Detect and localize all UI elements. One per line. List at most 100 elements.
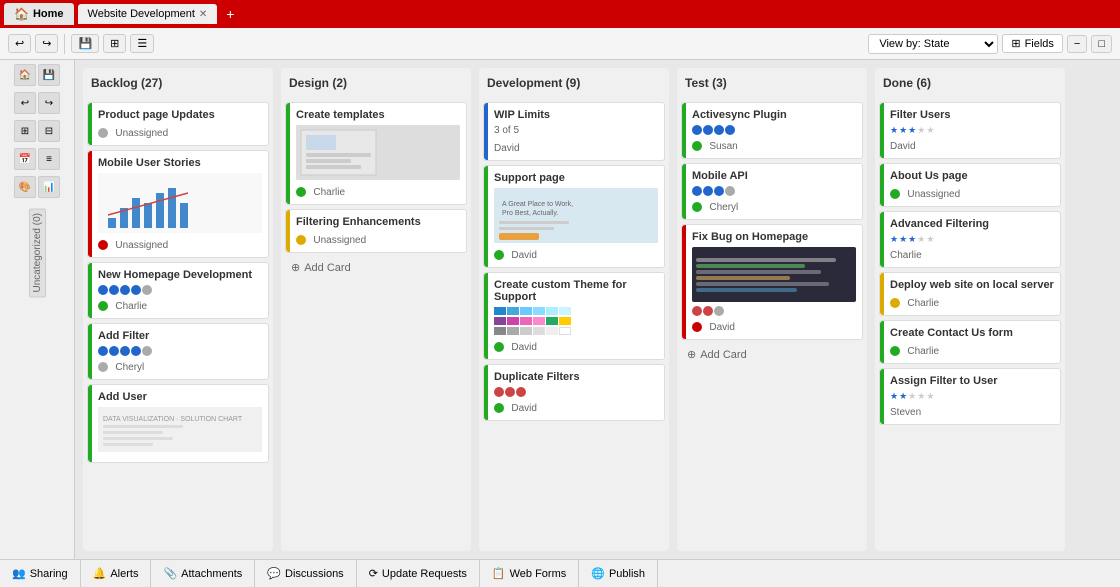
- svg-text:DATA VISUALIZATION · SOLUTION: DATA VISUALIZATION · SOLUTION CHART: [103, 416, 243, 423]
- tab-sharing[interactable]: 👥 Sharing: [0, 560, 81, 587]
- website-tab[interactable]: Website Development ✕: [78, 4, 218, 24]
- grid-view-button[interactable]: ⊞: [103, 34, 126, 53]
- card-title: Filtering Enhancements: [296, 216, 460, 228]
- avatars: [98, 346, 262, 356]
- card-deploy-website[interactable]: Deploy web site on local server Charlie: [879, 272, 1061, 316]
- wip-text: 3 of 5: [494, 125, 658, 136]
- home-tab[interactable]: 🏠 Home: [4, 3, 74, 25]
- code-snippet: [692, 247, 856, 302]
- fields-icon: ⊞: [1011, 37, 1020, 50]
- card-assignee: Susan: [709, 141, 737, 152]
- tab-discussions[interactable]: 💬 Discussions: [255, 560, 356, 587]
- add-card-test[interactable]: ⊕ Add Card: [681, 344, 863, 365]
- card-activesync[interactable]: Activesync Plugin Susan: [681, 102, 863, 159]
- tab-alerts[interactable]: 🔔 Alerts: [81, 560, 152, 587]
- list-view-button[interactable]: ☰: [130, 34, 154, 53]
- column-body-design: Create templates: [281, 98, 471, 551]
- discussions-icon: 💬: [267, 567, 281, 580]
- card-title: New Homepage Development: [98, 269, 262, 281]
- card-title: Product page Updates: [98, 109, 262, 121]
- card-filter-users[interactable]: Filter Users ★★★★★ David: [879, 102, 1061, 159]
- card-create-templates[interactable]: Create templates: [285, 102, 467, 205]
- status-dot: [98, 240, 108, 250]
- card-support-page[interactable]: Support page A Great Place to Work, Pro …: [483, 165, 665, 268]
- sidebar-icon-list[interactable]: ≡: [38, 148, 60, 170]
- collapse-button[interactable]: −: [1067, 35, 1087, 53]
- new-tab-button[interactable]: +: [221, 5, 239, 23]
- card-title: Create custom Theme for Support: [494, 279, 658, 303]
- card-mobile-api[interactable]: Mobile API Cheryl: [681, 163, 863, 220]
- sharing-label: Sharing: [30, 568, 68, 580]
- column-body-test: Activesync Plugin Susan: [677, 98, 867, 551]
- uncategorized-label: Uncategorized (0): [29, 208, 46, 297]
- card-assign-filter[interactable]: Assign Filter to User ★★★★★ Steven: [879, 368, 1061, 425]
- save-button[interactable]: 💾: [71, 34, 99, 53]
- card-fix-bug[interactable]: Fix Bug on Homepage: [681, 224, 863, 340]
- sidebar-icon-save[interactable]: 💾: [38, 64, 60, 86]
- card-filtering-enhancements[interactable]: Filtering Enhancements Unassigned: [285, 209, 467, 253]
- status-dot: [494, 403, 504, 413]
- sidebar-icon-chart[interactable]: 📊: [38, 176, 60, 198]
- status-dot: [98, 128, 108, 138]
- toolbar: ↩ ↪ 💾 ⊞ ☰ View by: State ⊞ Fields − □: [0, 28, 1120, 60]
- left-sidebar: 🏠 💾 ↩ ↪ ⊞ ⊟ 📅 ≡ 🎨 📊 Uncategorized (0): [0, 60, 75, 559]
- column-header-done: Done (6): [875, 68, 1065, 98]
- stars: ★★★★★: [890, 125, 1054, 136]
- column-header-development: Development (9): [479, 68, 669, 98]
- column-body-backlog: Product page Updates Unassigned Mobile U…: [83, 98, 273, 551]
- card-custom-theme[interactable]: Create custom Theme for Support: [483, 272, 665, 360]
- add-card-design[interactable]: ⊕ Add Card: [285, 257, 467, 278]
- expand-button[interactable]: □: [1091, 35, 1112, 53]
- card-add-filter[interactable]: Add Filter Cheryl: [87, 323, 269, 380]
- card-assignee: David: [511, 342, 537, 353]
- card-mobile-user[interactable]: Mobile User Stories: [87, 150, 269, 258]
- redo-button[interactable]: ↪: [35, 34, 58, 53]
- toolbar-divider: [64, 34, 65, 54]
- undo-button[interactable]: ↩: [8, 34, 31, 53]
- discussions-label: Discussions: [285, 568, 344, 580]
- card-title: Create templates: [296, 109, 460, 121]
- sidebar-icon-redo[interactable]: ↪: [38, 92, 60, 114]
- tab-update-requests[interactable]: ⟳ Update Requests: [357, 560, 480, 587]
- tab-close-icon[interactable]: ✕: [199, 9, 207, 20]
- home-label: Home: [33, 8, 64, 20]
- status-dot: [494, 250, 504, 260]
- card-wip-limits[interactable]: WIP Limits 3 of 5 David: [483, 102, 665, 161]
- fields-label: Fields: [1025, 38, 1054, 50]
- card-assignee: Steven: [890, 407, 921, 418]
- sidebar-icon-undo[interactable]: ↩: [14, 92, 36, 114]
- card-assignee: Charlie: [115, 301, 147, 312]
- card-add-user[interactable]: Add User DATA VISUALIZATION · SOLUTION C…: [87, 384, 269, 463]
- card-advanced-filtering[interactable]: Advanced Filtering ★★★★★ Charlie: [879, 211, 1061, 268]
- sidebar-icon-home[interactable]: 🏠: [14, 64, 36, 86]
- sidebar-icon-table[interactable]: ⊟: [38, 120, 60, 142]
- tab-publish[interactable]: 🌐 Publish: [579, 560, 658, 587]
- fields-button[interactable]: ⊞ Fields: [1002, 34, 1063, 53]
- view-by-select[interactable]: View by: State: [868, 34, 998, 54]
- tab-web-forms[interactable]: 📋 Web Forms: [480, 560, 579, 587]
- sidebar-icon-calendar[interactable]: 📅: [14, 148, 36, 170]
- card-duplicate-filters[interactable]: Duplicate Filters David: [483, 364, 665, 421]
- column-done: Done (6) Filter Users ★★★★★ David: [875, 68, 1065, 551]
- card-about-us[interactable]: About Us page Unassigned: [879, 163, 1061, 207]
- card-assignee: Charlie: [907, 346, 939, 357]
- column-design: Design (2) Create templates: [281, 68, 471, 551]
- svg-text:Pro Best, Actually.: Pro Best, Actually.: [502, 210, 558, 217]
- card-contact-us[interactable]: Create Contact Us form Charlie: [879, 320, 1061, 364]
- avatars: [494, 387, 658, 397]
- avatars: [692, 125, 856, 135]
- card-new-homepage[interactable]: New Homepage Development Charlie: [87, 262, 269, 319]
- card-assignee: Unassigned: [115, 240, 168, 251]
- card-title: Create Contact Us form: [890, 327, 1054, 339]
- sidebar-icon-paint[interactable]: 🎨: [14, 176, 36, 198]
- card-assignee: Cheryl: [709, 202, 738, 213]
- stars: ★★★★★: [890, 391, 1054, 402]
- card-product-page[interactable]: Product page Updates Unassigned: [87, 102, 269, 146]
- sidebar-icon-grid[interactable]: ⊞: [14, 120, 36, 142]
- column-test: Test (3) Activesync Plugin: [677, 68, 867, 551]
- card-title: Add User: [98, 391, 262, 403]
- status-dot: [98, 301, 108, 311]
- status-dot: [296, 235, 306, 245]
- attachments-label: Attachments: [181, 568, 242, 580]
- tab-attachments[interactable]: 📎 Attachments: [151, 560, 255, 587]
